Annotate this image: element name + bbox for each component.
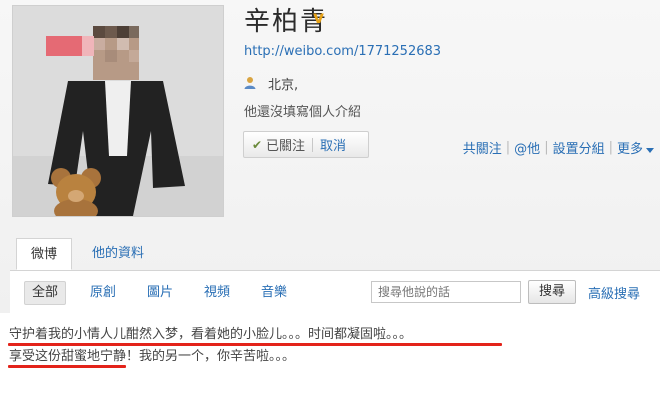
search-input[interactable] bbox=[371, 281, 521, 303]
set-group-link[interactable]: 設置分組 bbox=[553, 138, 605, 157]
post-text-line: 守护着我的小情人儿酣然入梦，看着她的小脸儿。。。时间都凝固啦。。。 bbox=[9, 327, 413, 342]
location-text: 北京, bbox=[268, 77, 299, 93]
user-location-icon bbox=[244, 77, 256, 89]
more-label: 更多 bbox=[616, 142, 643, 157]
filter-all[interactable]: 全部 bbox=[24, 281, 67, 305]
weibo-profile-page: 辛柏青 v http://weibo.com/1771252683 北京, 他還… bbox=[0, 0, 660, 416]
chevron-down-icon bbox=[646, 148, 654, 153]
profile-url-link[interactable]: http://weibo.com/1771252683 bbox=[244, 44, 441, 59]
more-menu[interactable]: 更多 bbox=[617, 138, 654, 157]
filter-images[interactable]: 圖片 bbox=[147, 282, 173, 304]
filter-original[interactable]: 原創 bbox=[90, 282, 116, 304]
profile-avatar[interactable] bbox=[12, 5, 224, 217]
divider: | bbox=[544, 140, 549, 155]
divider: | bbox=[608, 140, 613, 155]
profile-tabs: 微博 他的資料 bbox=[10, 238, 660, 271]
follow-status-box: ✔ 已關注 取消 bbox=[243, 131, 369, 158]
divider: | bbox=[505, 140, 511, 155]
tab-weibo[interactable]: 微博 bbox=[16, 238, 72, 270]
check-icon: ✔ bbox=[251, 137, 263, 152]
weibo-post: 守护着我的小情人儿酣然入梦，看着她的小脸儿。。。时间都凝固啦。。。 享受这份甜蜜… bbox=[0, 313, 660, 416]
filter-music[interactable]: 音樂 bbox=[261, 282, 287, 304]
highlight-underline bbox=[8, 365, 126, 368]
filter-videos[interactable]: 視頻 bbox=[204, 282, 230, 304]
profile-intro: 他還沒填寫個人介紹 bbox=[244, 105, 362, 120]
following-link[interactable]: 共關注 bbox=[463, 138, 502, 157]
advanced-search-link[interactable]: 高級搜尋 bbox=[588, 283, 640, 302]
followed-label: 已關注 bbox=[266, 139, 306, 154]
profile-actions: 共關注 | @他 | 設置分組 | 更多 bbox=[463, 138, 654, 157]
unfollow-button[interactable]: 取消 bbox=[320, 135, 346, 154]
filter-bar: 全部 原創 圖片 視頻 音樂 搜尋 高級搜尋 bbox=[10, 271, 660, 313]
mention-link[interactable]: @他 bbox=[514, 138, 540, 157]
tab-profile-info[interactable]: 他的資料 bbox=[92, 238, 144, 270]
divider bbox=[312, 137, 314, 152]
verified-badge-icon[interactable]: v bbox=[313, 10, 327, 27]
post-text-line: 享受这份甜蜜地宁静！我的另一个，你辛苦啦。。。 bbox=[9, 349, 296, 364]
search-button[interactable]: 搜尋 bbox=[528, 280, 576, 304]
location-row: 北京, bbox=[244, 74, 299, 93]
